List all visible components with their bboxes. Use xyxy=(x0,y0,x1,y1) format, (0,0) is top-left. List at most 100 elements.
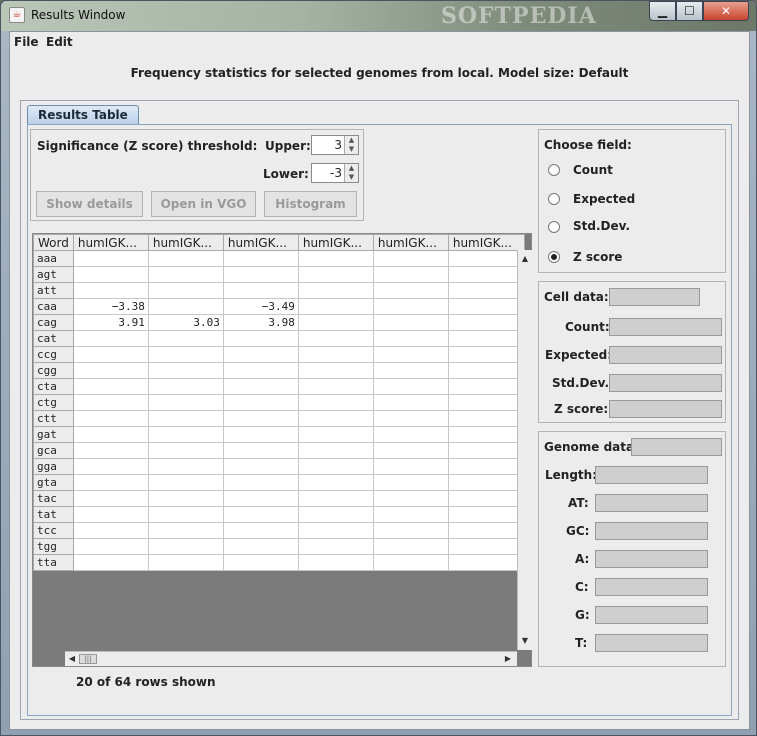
table-cell[interactable] xyxy=(297,474,374,491)
table-cell[interactable] xyxy=(147,490,224,507)
table-cell[interactable] xyxy=(147,410,224,427)
table-cell[interactable] xyxy=(147,426,224,443)
table-cell[interactable] xyxy=(222,474,299,491)
table-cell[interactable] xyxy=(297,522,374,539)
table-cell[interactable] xyxy=(447,442,525,459)
table-cell[interactable] xyxy=(372,442,449,459)
spinner-arrows-icon[interactable]: ▲ ▼ xyxy=(344,136,358,154)
table-cell[interactable] xyxy=(447,282,525,299)
table-cell[interactable] xyxy=(297,506,374,523)
table-cell[interactable] xyxy=(72,506,149,523)
menu-file[interactable]: File xyxy=(14,35,39,49)
table-row[interactable]: gat xyxy=(33,426,525,443)
table-cell[interactable] xyxy=(72,426,149,443)
row-word-cell[interactable]: gat xyxy=(33,426,74,443)
maximize-button[interactable]: ☐ xyxy=(676,1,703,21)
scroll-down-icon[interactable]: ▼ xyxy=(518,634,532,648)
table-cell[interactable] xyxy=(72,266,149,283)
table-cell[interactable] xyxy=(297,538,374,555)
table-cell[interactable] xyxy=(297,250,374,267)
table-cell[interactable] xyxy=(447,458,525,475)
scroll-up-icon[interactable]: ▲ xyxy=(518,252,532,266)
table-cell[interactable] xyxy=(447,362,525,379)
row-word-cell[interactable]: tgg xyxy=(33,538,74,555)
table-cell[interactable] xyxy=(297,490,374,507)
table-cell[interactable] xyxy=(222,266,299,283)
row-word-cell[interactable]: ctg xyxy=(33,394,74,411)
table-row[interactable]: aaa xyxy=(33,250,525,267)
column-header[interactable]: humIGK... xyxy=(372,234,449,251)
table-cell[interactable] xyxy=(147,458,224,475)
table-cell[interactable] xyxy=(72,522,149,539)
table-cell[interactable] xyxy=(147,538,224,555)
table-cell[interactable] xyxy=(447,314,525,331)
table-cell[interactable] xyxy=(372,554,449,571)
table-cell[interactable] xyxy=(372,282,449,299)
table-row[interactable]: cat xyxy=(33,330,525,347)
table-row[interactable]: tta xyxy=(33,554,525,571)
table-cell[interactable]: −3.49 xyxy=(222,298,299,315)
table-cell[interactable] xyxy=(72,538,149,555)
table-cell[interactable] xyxy=(72,490,149,507)
table-cell[interactable]: 3.03 xyxy=(147,314,224,331)
radio-std-dev-label[interactable]: Std.Dev. xyxy=(573,219,630,233)
table-row[interactable]: gga xyxy=(33,458,525,475)
radio-std-dev[interactable] xyxy=(548,221,560,233)
table-cell[interactable] xyxy=(147,266,224,283)
upper-spinner[interactable]: 3 ▲ ▼ xyxy=(311,135,359,155)
table-cell[interactable] xyxy=(372,490,449,507)
table-cell[interactable] xyxy=(447,474,525,491)
table-cell[interactable] xyxy=(297,362,374,379)
table-cell[interactable] xyxy=(372,522,449,539)
table-row[interactable]: att xyxy=(33,282,525,299)
table-cell[interactable] xyxy=(147,506,224,523)
table-cell[interactable] xyxy=(222,490,299,507)
row-word-cell[interactable]: cat xyxy=(33,330,74,347)
table-cell[interactable] xyxy=(297,426,374,443)
radio-count[interactable] xyxy=(548,164,560,176)
radio-count-label[interactable]: Count xyxy=(573,163,613,177)
table-cell[interactable] xyxy=(297,394,374,411)
row-word-cell[interactable]: gca xyxy=(33,442,74,459)
table-cell[interactable] xyxy=(147,554,224,571)
table-cell[interactable] xyxy=(372,330,449,347)
table-cell[interactable] xyxy=(372,250,449,267)
table-cell[interactable] xyxy=(147,442,224,459)
radio-z-score[interactable] xyxy=(548,251,560,263)
table-cell[interactable] xyxy=(447,330,525,347)
table-cell[interactable] xyxy=(222,282,299,299)
table-cell[interactable] xyxy=(372,458,449,475)
table-row[interactable]: ctt xyxy=(33,410,525,427)
radio-z-score-label[interactable]: Z score xyxy=(573,250,622,264)
table-cell[interactable] xyxy=(372,538,449,555)
table-cell[interactable] xyxy=(297,442,374,459)
minimize-button[interactable]: ▁ xyxy=(649,1,676,21)
spinner-arrows-icon[interactable]: ▲ ▼ xyxy=(344,164,358,182)
column-header-word[interactable]: Word xyxy=(33,234,74,251)
table-cell[interactable] xyxy=(147,394,224,411)
table-cell[interactable] xyxy=(372,410,449,427)
table-cell[interactable] xyxy=(447,490,525,507)
table-cell[interactable] xyxy=(72,330,149,347)
table-cell[interactable] xyxy=(222,522,299,539)
table-cell[interactable] xyxy=(372,506,449,523)
table-cell[interactable] xyxy=(447,346,525,363)
table-cell[interactable] xyxy=(372,346,449,363)
table-cell[interactable] xyxy=(222,362,299,379)
table-cell[interactable] xyxy=(72,410,149,427)
row-word-cell[interactable]: agt xyxy=(33,266,74,283)
table-cell[interactable] xyxy=(222,250,299,267)
row-word-cell[interactable]: cta xyxy=(33,378,74,395)
table-row[interactable]: caa −3.38 −3.49 xyxy=(33,298,525,315)
horizontal-scrollbar[interactable]: ◀ ||| ▶ xyxy=(65,651,517,666)
table-cell[interactable]: 3.91 xyxy=(72,314,149,331)
scroll-right-icon[interactable]: ▶ xyxy=(501,652,515,666)
table-row[interactable]: agt xyxy=(33,266,525,283)
open-vgo-button[interactable]: Open in VGO xyxy=(151,191,256,217)
table-row[interactable]: cta xyxy=(33,378,525,395)
table-cell[interactable] xyxy=(447,394,525,411)
table-cell[interactable] xyxy=(447,426,525,443)
table-cell[interactable] xyxy=(447,378,525,395)
table-cell[interactable] xyxy=(72,250,149,267)
table-cell[interactable]: −3.38 xyxy=(72,298,149,315)
